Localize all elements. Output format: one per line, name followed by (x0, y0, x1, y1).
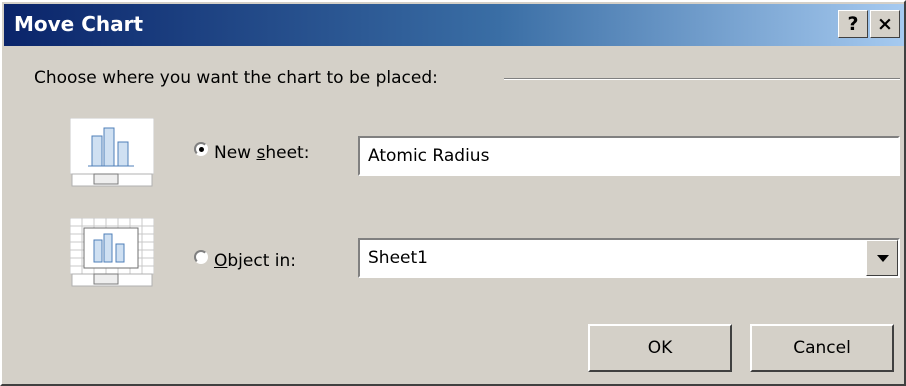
selected-sheet-value: Sheet1 (368, 248, 428, 268)
object-in-label[interactable]: Object in: (214, 251, 296, 271)
placement-group-label: Choose where you want the chart to be pl… (34, 68, 438, 88)
move-chart-dialog: Move Chart ? × Choose where you want the… (0, 0, 906, 386)
radio-selected-dot (199, 147, 204, 152)
object-in-radio[interactable] (194, 250, 208, 264)
chevron-down-icon (877, 255, 889, 262)
help-button[interactable]: ? (838, 10, 868, 38)
ok-button[interactable]: OK (588, 324, 732, 372)
new-sheet-name-input[interactable] (358, 136, 900, 176)
embedded-chart-icon (70, 218, 154, 287)
window-title: Move Chart (14, 12, 144, 36)
group-divider (504, 78, 900, 80)
object-in-select[interactable]: Sheet1 (358, 238, 900, 278)
dropdown-button[interactable] (866, 240, 898, 276)
new-sheet-radio[interactable] (194, 142, 208, 156)
cancel-button[interactable]: Cancel (750, 324, 894, 372)
new-sheet-label[interactable]: New sheet: (214, 143, 309, 163)
title-bar[interactable]: Move Chart ? × (4, 4, 904, 46)
close-button[interactable]: × (870, 10, 900, 38)
new-sheet-chart-icon (70, 118, 154, 187)
